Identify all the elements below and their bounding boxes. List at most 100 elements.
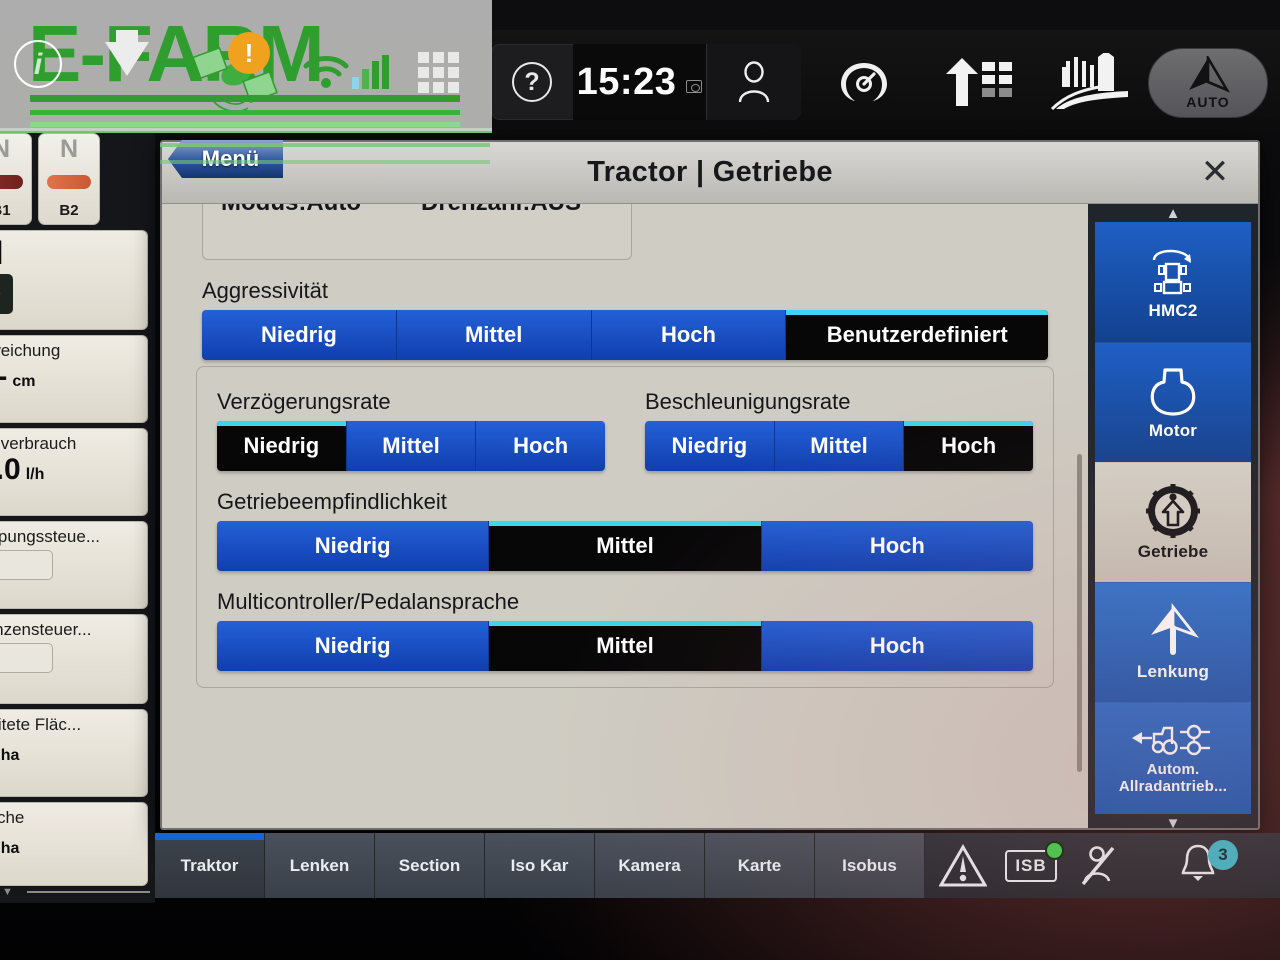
- option-multicontroller-hoch[interactable]: Hoch: [761, 621, 1033, 671]
- sidebar-cell-gear[interactable]: N D: [0, 230, 148, 330]
- camera-icon: [686, 79, 703, 93]
- group-deceleration: Verzögerungsrate Niedrig Mittel Hoch: [217, 389, 605, 471]
- speed-value: AUS: [530, 204, 581, 216]
- close-icon[interactable]: ✕: [1196, 154, 1234, 192]
- clock-cell[interactable]: 15:23: [573, 44, 706, 120]
- chevron-down-icon[interactable]: ▼: [2, 886, 13, 898]
- deviation-value: -.- cm: [0, 361, 139, 393]
- option-aggressivity-hoch[interactable]: Hoch: [591, 310, 787, 360]
- tab-section[interactable]: Section: [375, 833, 485, 898]
- option-sensitivity-niedrig[interactable]: Niedrig: [217, 521, 490, 571]
- tab-lenken[interactable]: Lenken: [265, 833, 375, 898]
- segmented-deceleration: Niedrig Mittel Hoch: [217, 421, 605, 471]
- mode-key: Modus: [221, 204, 298, 216]
- isb-button[interactable]: ISB: [1005, 840, 1064, 882]
- tractor-display-screen: ? 15:23 AUTO N 1 N B2 eichung cm verbrau…: [0, 0, 1280, 960]
- warning-triangle-icon[interactable]: [939, 843, 987, 888]
- dialog-title: Tractor | Getriebe: [587, 156, 833, 188]
- rail-label-getriebe: Getriebe: [1137, 542, 1209, 562]
- rail-item-getriebe[interactable]: Getriebe: [1095, 462, 1251, 582]
- gear-transmission-icon: [1146, 484, 1200, 539]
- engine-icon: [1150, 368, 1196, 416]
- bottom-tabbar: Traktor Lenken Section Iso Kar Kamera Ka…: [155, 833, 1280, 898]
- group-label-transmission-sensitivity: Getriebeempfindlichkeit: [217, 489, 447, 514]
- option-aggressivity-mittel[interactable]: Mittel: [396, 310, 592, 360]
- area-value: 0ha: [0, 828, 139, 860]
- settings-rail: ▲ HMC2 Motor Getriebe Lenkung Autom. All…: [1088, 204, 1258, 829]
- gear-box-icon: D: [0, 273, 13, 314]
- autosteer-button[interactable]: AUTO: [1148, 48, 1268, 118]
- tab-isobus[interactable]: Isobus: [815, 833, 925, 898]
- flap-slot[interactable]: [0, 550, 53, 580]
- sidebar-cell-flap-control[interactable]: appungssteue...: [0, 521, 148, 609]
- option-deceleration-mittel[interactable]: Mittel: [346, 421, 477, 471]
- tab-traktor[interactable]: Traktor: [155, 833, 265, 898]
- option-multicontroller-mittel[interactable]: Mittel: [489, 621, 762, 671]
- fuel-title: selverbrauch: [0, 434, 77, 453]
- valve-card-b2[interactable]: N B2: [38, 133, 100, 225]
- option-acceleration-niedrig[interactable]: Niedrig: [645, 421, 775, 471]
- gear-value: N: [0, 235, 139, 272]
- content-scrollbar[interactable]: [1077, 454, 1082, 772]
- rail-item-motor[interactable]: Motor: [1095, 342, 1251, 462]
- download-arrow-icon: [105, 42, 149, 76]
- boundary-slot[interactable]: [0, 643, 53, 673]
- option-deceleration-niedrig[interactable]: Niedrig: [217, 421, 347, 471]
- rail-item-allradantrieb[interactable]: Autom. Allradantrieb...: [1095, 702, 1251, 814]
- valve-lever-icon: [0, 175, 23, 189]
- implement-button[interactable]: [932, 44, 1022, 120]
- rail-item-hmc2[interactable]: HMC2: [1095, 222, 1251, 342]
- field-button[interactable]: [1042, 44, 1142, 120]
- question-circle-icon: ?: [512, 62, 552, 102]
- option-sensitivity-hoch[interactable]: Hoch: [761, 521, 1033, 571]
- valve-label-b1: B1: [0, 202, 11, 219]
- dialog-titlebar: Tractor | Getriebe ✕: [162, 142, 1258, 204]
- steering-icon: [1151, 603, 1200, 656]
- option-deceleration-hoch[interactable]: Hoch: [476, 421, 605, 471]
- option-multicontroller-niedrig[interactable]: Niedrig: [217, 621, 490, 671]
- group-label-deceleration: Verzögerungsrate: [217, 389, 391, 414]
- tab-iso-kar[interactable]: Iso Kar: [485, 833, 595, 898]
- sidebar-cell-area[interactable]: fläche 0ha: [0, 802, 148, 886]
- rail-label-lenkung: Lenkung: [1136, 662, 1210, 682]
- group-multicontroller: Multicontroller/Pedalansprache Niedrig M…: [217, 589, 1033, 671]
- sidebar-cell-fuel[interactable]: selverbrauch 0.0l/h: [0, 428, 148, 516]
- option-aggressivity-niedrig[interactable]: Niedrig: [202, 310, 397, 360]
- clock-label: 15:23: [576, 60, 677, 103]
- efarm-watermark: E-FARM i !: [0, 0, 492, 131]
- group-label-acceleration: Beschleunigungsrate: [645, 389, 851, 414]
- option-aggressivity-benutzerdefiniert[interactable]: Benutzerdefiniert: [786, 310, 1048, 360]
- chevron-up-icon[interactable]: ▲: [1166, 204, 1181, 222]
- sidebar-cell-worked-area[interactable]: beitete Fläc... 8ha: [0, 709, 148, 797]
- segmented-transmission-sensitivity: Niedrig Mittel Hoch: [217, 521, 1033, 571]
- group-aggressivity: Aggressivität Niedrig Mittel Hoch Benutz…: [202, 278, 1048, 360]
- tab-karte[interactable]: Karte: [705, 833, 815, 898]
- option-acceleration-hoch[interactable]: Hoch: [904, 421, 1033, 471]
- tab-kamera[interactable]: Kamera: [595, 833, 705, 898]
- mode-speed-field[interactable]: Modus:Auto Drehzahl:AUS: [202, 204, 632, 260]
- option-sensitivity-mittel[interactable]: Mittel: [489, 521, 762, 571]
- option-acceleration-mittel[interactable]: Mittel: [774, 421, 905, 471]
- fuel-unit: l/h: [25, 466, 45, 483]
- rail-item-lenkung[interactable]: Lenkung: [1095, 582, 1251, 702]
- fuel-value: 0.0l/h: [0, 454, 139, 486]
- sidebar-scrollbar[interactable]: ▼: [2, 886, 150, 898]
- valve-lever-icon: [47, 175, 91, 189]
- tachometer-button[interactable]: [829, 44, 899, 120]
- sidebar-cell-deviation[interactable]: bweichung -.- cm: [0, 335, 148, 423]
- mode-field: Modus:Auto: [221, 204, 361, 217]
- notifications-button[interactable]: 3: [1178, 840, 1240, 888]
- chevron-down-icon[interactable]: ▼: [1166, 814, 1181, 829]
- sidebar-scroll-track: [26, 891, 150, 893]
- gear-letter: D: [0, 286, 1, 301]
- user-profile-button[interactable]: [706, 44, 801, 120]
- no-hand-icon[interactable]: [1075, 845, 1121, 887]
- watermark-bar-3: [30, 122, 460, 127]
- valve-card-b1[interactable]: N B1: [0, 133, 32, 225]
- sidebar-cell-boundary-control[interactable]: renzensteuer...: [0, 614, 148, 704]
- status-tray: ISB 3: [925, 833, 1280, 898]
- info-circle-icon: i: [14, 40, 62, 88]
- autosteer-label: AUTO: [1186, 94, 1230, 110]
- help-button[interactable]: ?: [491, 44, 573, 120]
- deviation-unit: cm: [12, 373, 36, 390]
